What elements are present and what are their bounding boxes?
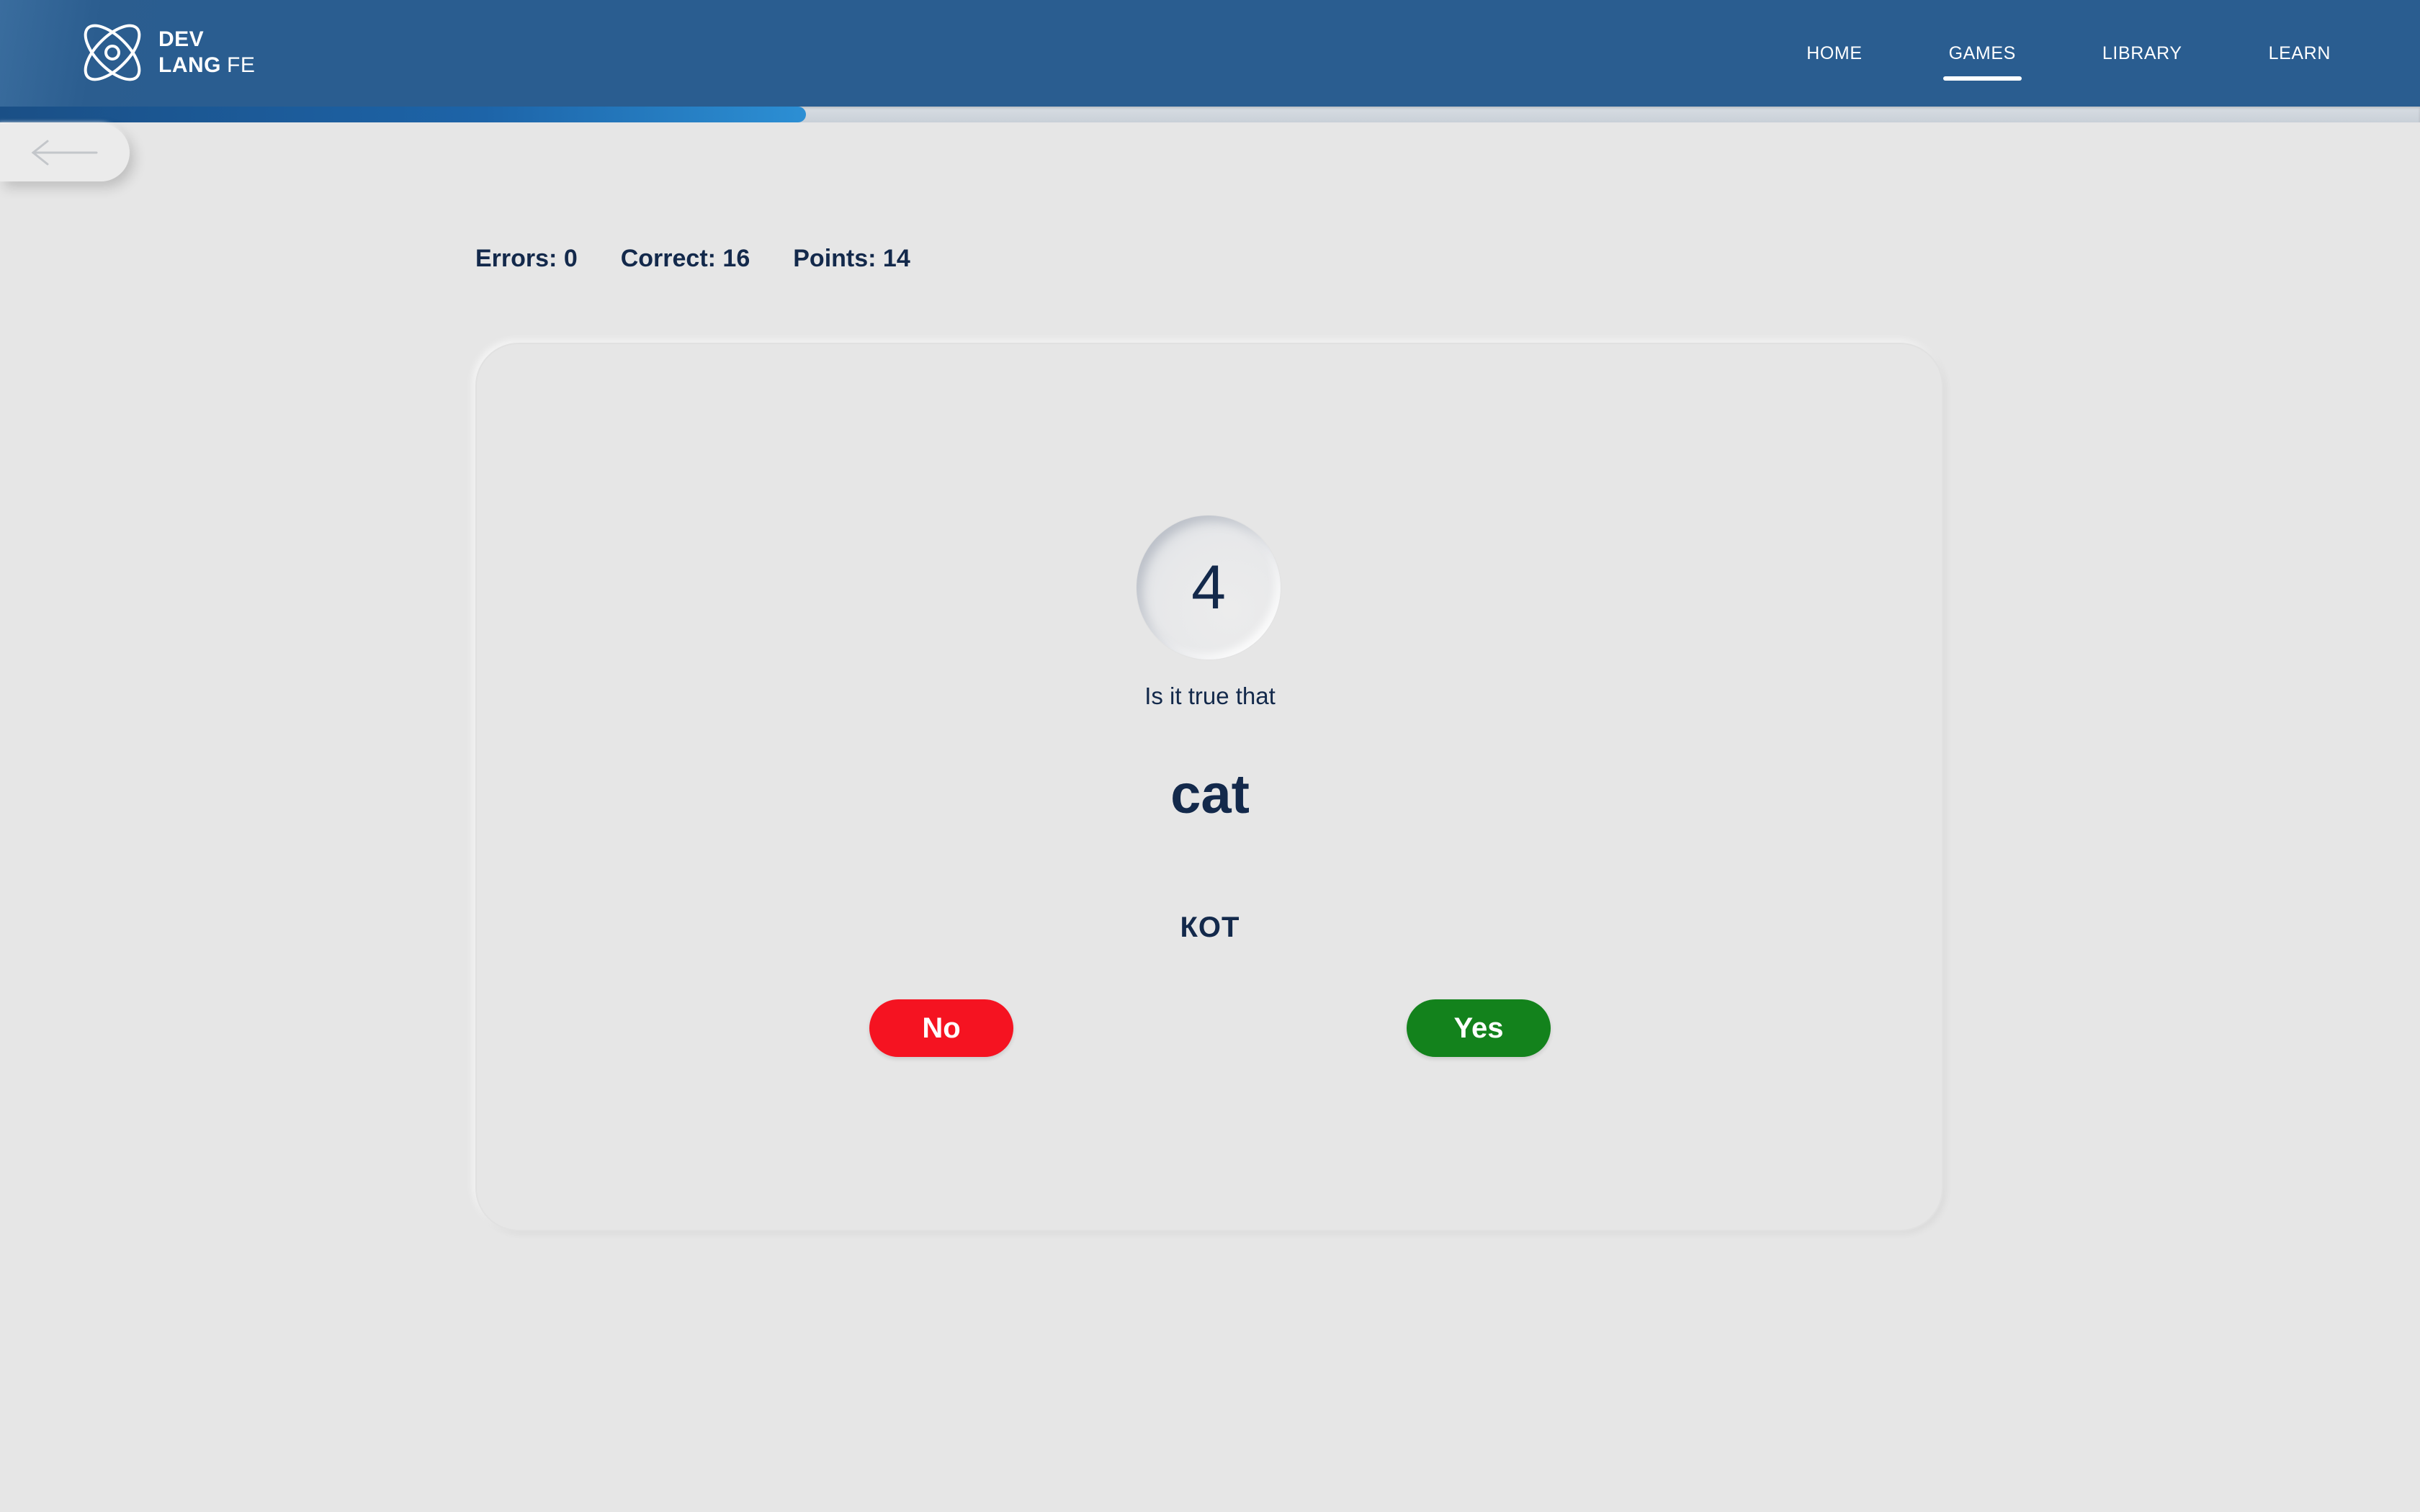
arrow-left-icon	[31, 140, 98, 166]
game-progress-fill	[0, 107, 806, 122]
translation-word: КОТ	[1180, 912, 1240, 943]
logo-text: DEV LANG FE	[158, 27, 255, 78]
question-prompt: Is it true that	[1144, 683, 1276, 709]
points-count: Points: 14	[793, 245, 910, 272]
nav-library[interactable]: LIBRARY	[2102, 0, 2182, 107]
yes-button[interactable]: Yes	[1407, 999, 1551, 1057]
atom-logo-icon	[84, 24, 141, 81]
no-button[interactable]: No	[869, 999, 1013, 1057]
top-navigation-bar: DEV LANG FE HOME GAMES LIBRARY LEARN	[0, 0, 2420, 107]
back-button[interactable]	[0, 124, 130, 181]
countdown-timer: 4	[1137, 516, 1281, 660]
logo-line-2-light: FE	[227, 53, 256, 77]
nav-games[interactable]: GAMES	[1942, 0, 2022, 107]
game-stats: Errors: 0 Correct: 16 Points: 14	[475, 245, 954, 273]
source-word: cat	[1170, 764, 1250, 825]
correct-count: Correct: 16	[620, 245, 750, 272]
logo-line-1: DEV	[158, 27, 205, 51]
nav-home[interactable]: HOME	[1806, 0, 1862, 107]
logo-line-2-strong: LANG	[158, 53, 221, 77]
game-progress-bar	[0, 107, 2420, 122]
main-nav: HOME GAMES LIBRARY LEARN	[1720, 0, 2331, 107]
nav-learn[interactable]: LEARN	[2269, 0, 2331, 107]
errors-count: Errors: 0	[475, 245, 578, 272]
logo[interactable]: DEV LANG FE	[73, 14, 255, 91]
